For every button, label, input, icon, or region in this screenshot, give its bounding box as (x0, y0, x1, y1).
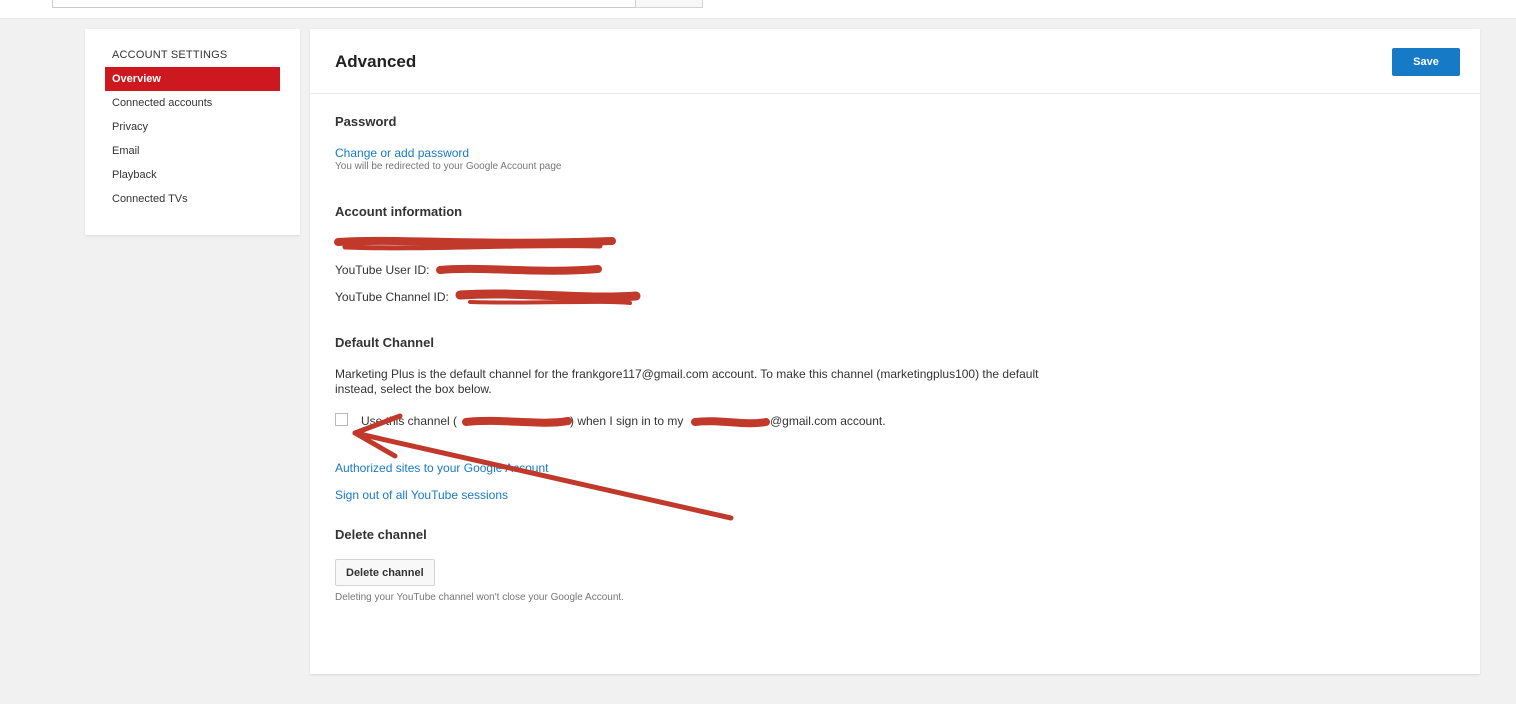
search-input[interactable] (52, 0, 637, 8)
use-this-channel-checkbox[interactable] (335, 413, 348, 426)
password-section-title: Password (335, 114, 397, 129)
save-button[interactable]: Save (1392, 48, 1460, 76)
youtube-channel-id-label: YouTube Channel ID: (335, 290, 449, 304)
default-channel-description: Marketing Plus is the default channel fo… (335, 367, 1039, 396)
password-hint: You will be redirected to your Google Ac… (335, 161, 562, 172)
account-info-title: Account information (335, 204, 463, 219)
sidebar-item-connected-accounts[interactable]: Connected accounts (105, 91, 280, 115)
account-email-redacted (335, 235, 610, 249)
sign-out-all-sessions-link[interactable]: Sign out of all YouTube sessions (335, 488, 508, 502)
delete-channel-hint: Deleting your YouTube channel won't clos… (335, 592, 624, 603)
sidebar-item-privacy[interactable]: Privacy (105, 115, 280, 139)
checkbox-label-end: @gmail.com account. (770, 414, 886, 428)
change-password-link[interactable]: Change or add password (335, 146, 469, 160)
authorized-sites-link[interactable]: Authorized sites to your Google Account (335, 461, 548, 475)
sidebar-item-playback[interactable]: Playback (105, 163, 280, 187)
checkbox-label-mid: ) when I sign in to my (570, 414, 684, 428)
delete-channel-title: Delete channel (335, 527, 427, 542)
sidebar-heading: ACCOUNT SETTINGS (112, 49, 228, 61)
sidebar-item-overview[interactable]: Overview (105, 67, 280, 91)
page-title: Advanced (335, 52, 417, 71)
delete-channel-button[interactable]: Delete channel (335, 559, 435, 586)
sidebar-nav: Overview Connected accounts Privacy Emai… (105, 67, 280, 211)
advanced-settings-panel: Advanced Save Password Change or add pas… (310, 29, 1480, 674)
panel-header: Advanced Save (310, 29, 1480, 94)
youtube-user-id-label: YouTube User ID: (335, 263, 430, 277)
default-channel-title: Default Channel (335, 335, 434, 350)
masthead (0, 0, 1516, 19)
account-settings-sidebar: ACCOUNT SETTINGS Overview Connected acco… (85, 29, 300, 235)
sidebar-item-email[interactable]: Email (105, 139, 280, 163)
sidebar-item-connected-tvs[interactable]: Connected TVs (105, 187, 280, 211)
checkbox-label-start: Use this channel ( (361, 414, 458, 428)
search-button[interactable] (635, 0, 703, 8)
